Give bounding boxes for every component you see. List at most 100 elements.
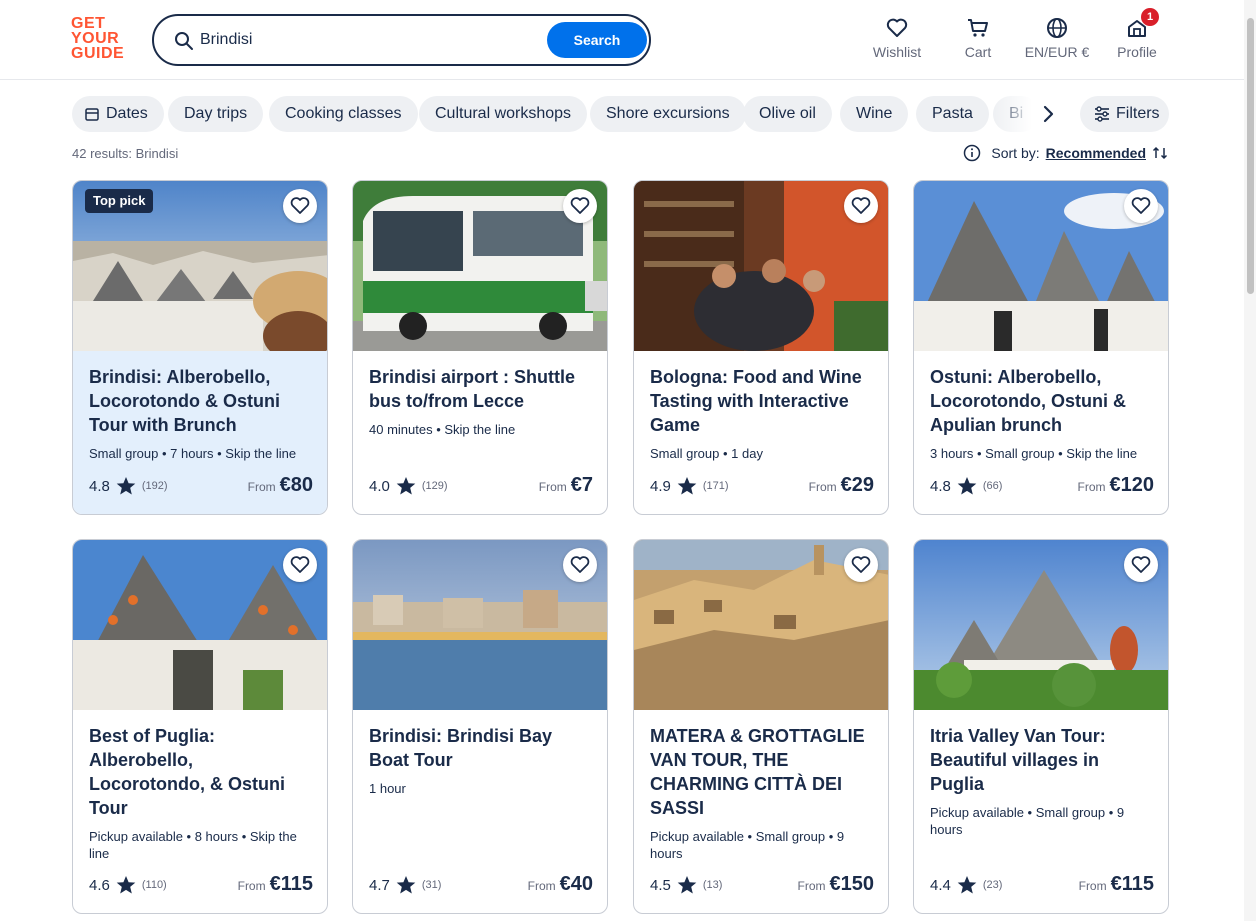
card-footer: 4.7 (31) From €40	[369, 873, 593, 897]
card-footer: 4.5 (13) From €150	[650, 873, 874, 897]
rating: 4.0 (129)	[369, 477, 448, 495]
heart-icon	[851, 556, 871, 573]
activity-card[interactable]: MATERA & GROTTAGLIE VAN TOUR, THE CHARMI…	[633, 539, 889, 914]
card-title[interactable]: Brindisi: Alberobello, Locorotondo & Ost…	[89, 365, 313, 437]
card-footer: 4.6 (110) From €115	[89, 873, 313, 897]
search-icon	[175, 32, 193, 50]
chevron-right-icon[interactable]	[1036, 102, 1060, 126]
nav-wishlist-label: Wishlist	[872, 44, 922, 60]
card-footer: 4.8 (66) From €120	[930, 474, 1154, 498]
chip-cooking-classes[interactable]: Cooking classes	[269, 96, 418, 132]
heart-icon	[1131, 197, 1151, 214]
activity-card[interactable]: Itria Valley Van Tour: Beautiful village…	[913, 539, 1169, 914]
wishlist-button[interactable]	[844, 189, 878, 223]
star-icon	[957, 876, 977, 894]
star-icon	[116, 477, 136, 495]
header: GET YOUR GUIDE Search Wishlist Cart EN/E…	[0, 0, 1256, 80]
card-body: Bologna: Food and Wine Tasting with Inte…	[634, 351, 888, 514]
top-pick-badge: Top pick	[85, 189, 154, 213]
price: From €115	[237, 873, 313, 895]
wishlist-button[interactable]	[1124, 189, 1158, 223]
search-button[interactable]: Search	[547, 22, 647, 58]
card-title[interactable]: Ostuni: Alberobello, Locorotondo, Ostuni…	[930, 365, 1154, 437]
card-meta: 1 hour	[369, 781, 406, 796]
card-body: Brindisi: Brindisi Bay Boat Tour 1 hour …	[353, 710, 607, 913]
activity-card[interactable]: Best of Puglia: Alberobello, Locorotondo…	[72, 539, 328, 914]
chip-pasta[interactable]: Pasta	[916, 96, 989, 132]
wishlist-button[interactable]	[283, 189, 317, 223]
chip-day-trips[interactable]: Day trips	[168, 96, 264, 132]
star-icon	[677, 477, 697, 495]
chip-cultural-workshops[interactable]: Cultural workshops	[419, 96, 588, 132]
filters-button[interactable]: Filters	[1080, 96, 1169, 132]
star-icon	[396, 876, 416, 894]
card-title[interactable]: Itria Valley Van Tour: Beautiful village…	[930, 724, 1154, 796]
price: From €40	[527, 873, 593, 895]
card-title[interactable]: Brindisi airport : Shuttle bus to/from L…	[369, 365, 593, 413]
nav-language-label: EN/EUR €	[1024, 44, 1090, 60]
card-footer: 4.8 (192) From €80	[89, 474, 313, 498]
filter-chips: Dates Day trips Cooking classes Cultural…	[72, 96, 1072, 132]
info-icon[interactable]	[963, 144, 981, 162]
price: From €120	[1077, 474, 1155, 496]
wishlist-button[interactable]	[563, 189, 597, 223]
card-meta: Pickup available • Small group • 9 hours	[930, 805, 1125, 837]
heart-icon	[886, 18, 908, 37]
chip-shore-excursions[interactable]: Shore excursions	[590, 96, 746, 132]
wishlist-button[interactable]	[844, 548, 878, 582]
nav-cart[interactable]: Cart	[958, 16, 998, 64]
rating: 4.8 (192)	[89, 477, 168, 495]
activity-card[interactable]: Top pick Brindisi: Alberobello, Locoroto…	[72, 180, 328, 515]
chip-olive-oil[interactable]: Olive oil	[743, 96, 832, 132]
rating: 4.4 (23)	[930, 876, 1003, 894]
price: From €150	[797, 873, 875, 895]
card-footer: 4.9 (171) From €29	[650, 474, 874, 498]
activity-card[interactable]: Brindisi: Brindisi Bay Boat Tour 1 hour …	[352, 539, 608, 914]
sort-arrows-icon[interactable]	[1152, 145, 1168, 161]
price: From €29	[808, 474, 874, 496]
rating: 4.7 (31)	[369, 876, 442, 894]
scrollbar[interactable]	[1244, 0, 1256, 921]
search-input[interactable]	[200, 26, 530, 54]
getyourguide-logo[interactable]: GET YOUR GUIDE	[71, 16, 133, 64]
scrollbar-thumb[interactable]	[1247, 18, 1254, 294]
heart-icon	[570, 556, 590, 573]
globe-icon	[1047, 18, 1067, 38]
card-title[interactable]: Best of Puglia: Alberobello, Locorotondo…	[89, 724, 313, 820]
sort-value[interactable]: Recommended	[1046, 145, 1146, 161]
card-meta: Small group • 1 day	[650, 446, 763, 461]
price: From €80	[247, 474, 313, 496]
card-meta: Pickup available • Small group • 9 hours	[650, 829, 845, 861]
rating: 4.8 (66)	[930, 477, 1003, 495]
heart-icon	[1131, 556, 1151, 573]
results-count: 42 results: Brindisi	[72, 146, 179, 161]
card-title[interactable]: MATERA & GROTTAGLIE VAN TOUR, THE CHARMI…	[650, 724, 874, 820]
wishlist-button[interactable]	[283, 548, 317, 582]
price: From €115	[1078, 873, 1154, 895]
nav-wishlist[interactable]: Wishlist	[872, 16, 922, 64]
activity-card[interactable]: Ostuni: Alberobello, Locorotondo, Ostuni…	[913, 180, 1169, 515]
cart-icon	[968, 19, 988, 37]
card-meta: 40 minutes • Skip the line	[369, 422, 516, 437]
card-meta: Pickup available • 8 hours • Skip the li…	[89, 829, 297, 861]
wishlist-button[interactable]	[563, 548, 597, 582]
rating: 4.9 (171)	[650, 477, 729, 495]
sort-control[interactable]: Sort by: Recommended	[963, 144, 1168, 162]
heart-icon	[290, 556, 310, 573]
activity-card[interactable]: Bologna: Food and Wine Tasting with Inte…	[633, 180, 889, 515]
nav-language-currency[interactable]: EN/EUR €	[1022, 16, 1092, 64]
nav-profile[interactable]: 1 Profile	[1115, 8, 1159, 64]
star-icon	[677, 876, 697, 894]
chip-dates[interactable]: Dates	[72, 96, 164, 132]
chip-fade	[992, 96, 1072, 132]
card-footer: 4.4 (23) From €115	[930, 873, 1154, 897]
wishlist-button[interactable]	[1124, 548, 1158, 582]
card-title[interactable]: Bologna: Food and Wine Tasting with Inte…	[650, 365, 874, 437]
activity-card[interactable]: Brindisi airport : Shuttle bus to/from L…	[352, 180, 608, 515]
heart-icon	[851, 197, 871, 214]
card-body: Ostuni: Alberobello, Locorotondo, Ostuni…	[914, 351, 1168, 514]
card-title[interactable]: Brindisi: Brindisi Bay Boat Tour	[369, 724, 593, 772]
rating: 4.6 (110)	[89, 876, 167, 894]
card-body: Itria Valley Van Tour: Beautiful village…	[914, 710, 1168, 913]
chip-wine[interactable]: Wine	[840, 96, 909, 132]
